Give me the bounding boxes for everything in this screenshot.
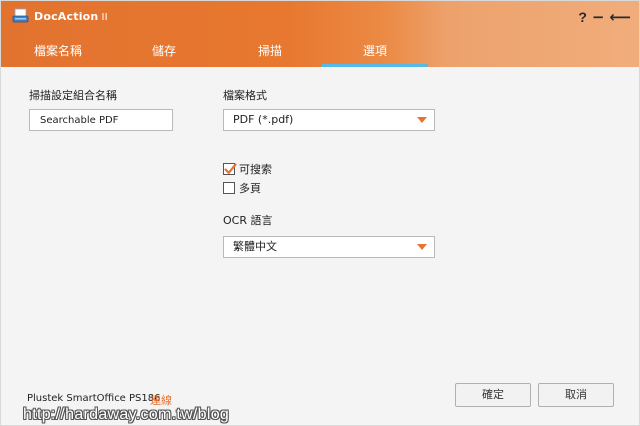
multipage-label: 多頁 bbox=[239, 182, 261, 195]
scanner-icon bbox=[12, 8, 29, 25]
watermark-url: http://hardaway.com.tw/blog bbox=[23, 406, 230, 423]
multipage-checkbox[interactable] bbox=[223, 182, 235, 194]
file-format-label: 檔案格式 bbox=[223, 89, 267, 102]
app-title: DocAction II bbox=[34, 10, 108, 23]
back-arrow-icon[interactable]: ⟵ bbox=[609, 7, 631, 27]
tab-bar: 檔案名稱 儲存 掃描 選項 bbox=[1, 41, 639, 67]
window-controls: ? − ⟵ bbox=[578, 7, 631, 27]
ocr-language-label: OCR 語言 bbox=[223, 214, 273, 227]
tab-scan[interactable]: 掃描 bbox=[227, 41, 313, 67]
tab-save[interactable]: 儲存 bbox=[121, 41, 207, 67]
multipage-checkbox-row[interactable]: 多頁 bbox=[223, 181, 261, 195]
file-format-value: PDF (*.pdf) bbox=[233, 113, 294, 126]
profile-name-input[interactable] bbox=[29, 109, 173, 131]
ocr-language-value: 繁體中文 bbox=[233, 240, 277, 253]
dropdown-arrow-icon bbox=[417, 117, 427, 123]
file-format-select[interactable]: PDF (*.pdf) bbox=[223, 109, 435, 131]
docaction-window: DocAction II ? − ⟵ 檔案名稱 儲存 掃描 選項 掃描設定組合名稱… bbox=[0, 0, 640, 426]
searchable-label: 可搜索 bbox=[239, 163, 272, 176]
profile-name-label: 掃描設定組合名稱 bbox=[29, 89, 117, 102]
help-icon[interactable]: ? bbox=[578, 7, 587, 27]
minimize-icon[interactable]: − bbox=[592, 7, 605, 27]
cancel-button[interactable]: 取消 bbox=[538, 383, 614, 407]
checkmark-icon bbox=[224, 163, 237, 174]
tab-options[interactable]: 選項 bbox=[322, 41, 428, 67]
dropdown-arrow-icon bbox=[417, 244, 427, 250]
ok-button[interactable]: 確定 bbox=[455, 383, 531, 407]
searchable-checkbox[interactable] bbox=[223, 163, 237, 175]
tab-file-name[interactable]: 檔案名稱 bbox=[15, 41, 101, 67]
header-bar: DocAction II ? − ⟵ 檔案名稱 儲存 掃描 選項 bbox=[1, 1, 639, 67]
device-model-label: Plustek SmartOffice PS186 bbox=[27, 393, 161, 404]
app-version: II bbox=[101, 12, 108, 23]
searchable-checkbox-row[interactable]: 可搜索 bbox=[223, 162, 272, 176]
title-bar[interactable]: DocAction II ? − ⟵ bbox=[1, 1, 639, 35]
ocr-language-select[interactable]: 繁體中文 bbox=[223, 236, 435, 258]
